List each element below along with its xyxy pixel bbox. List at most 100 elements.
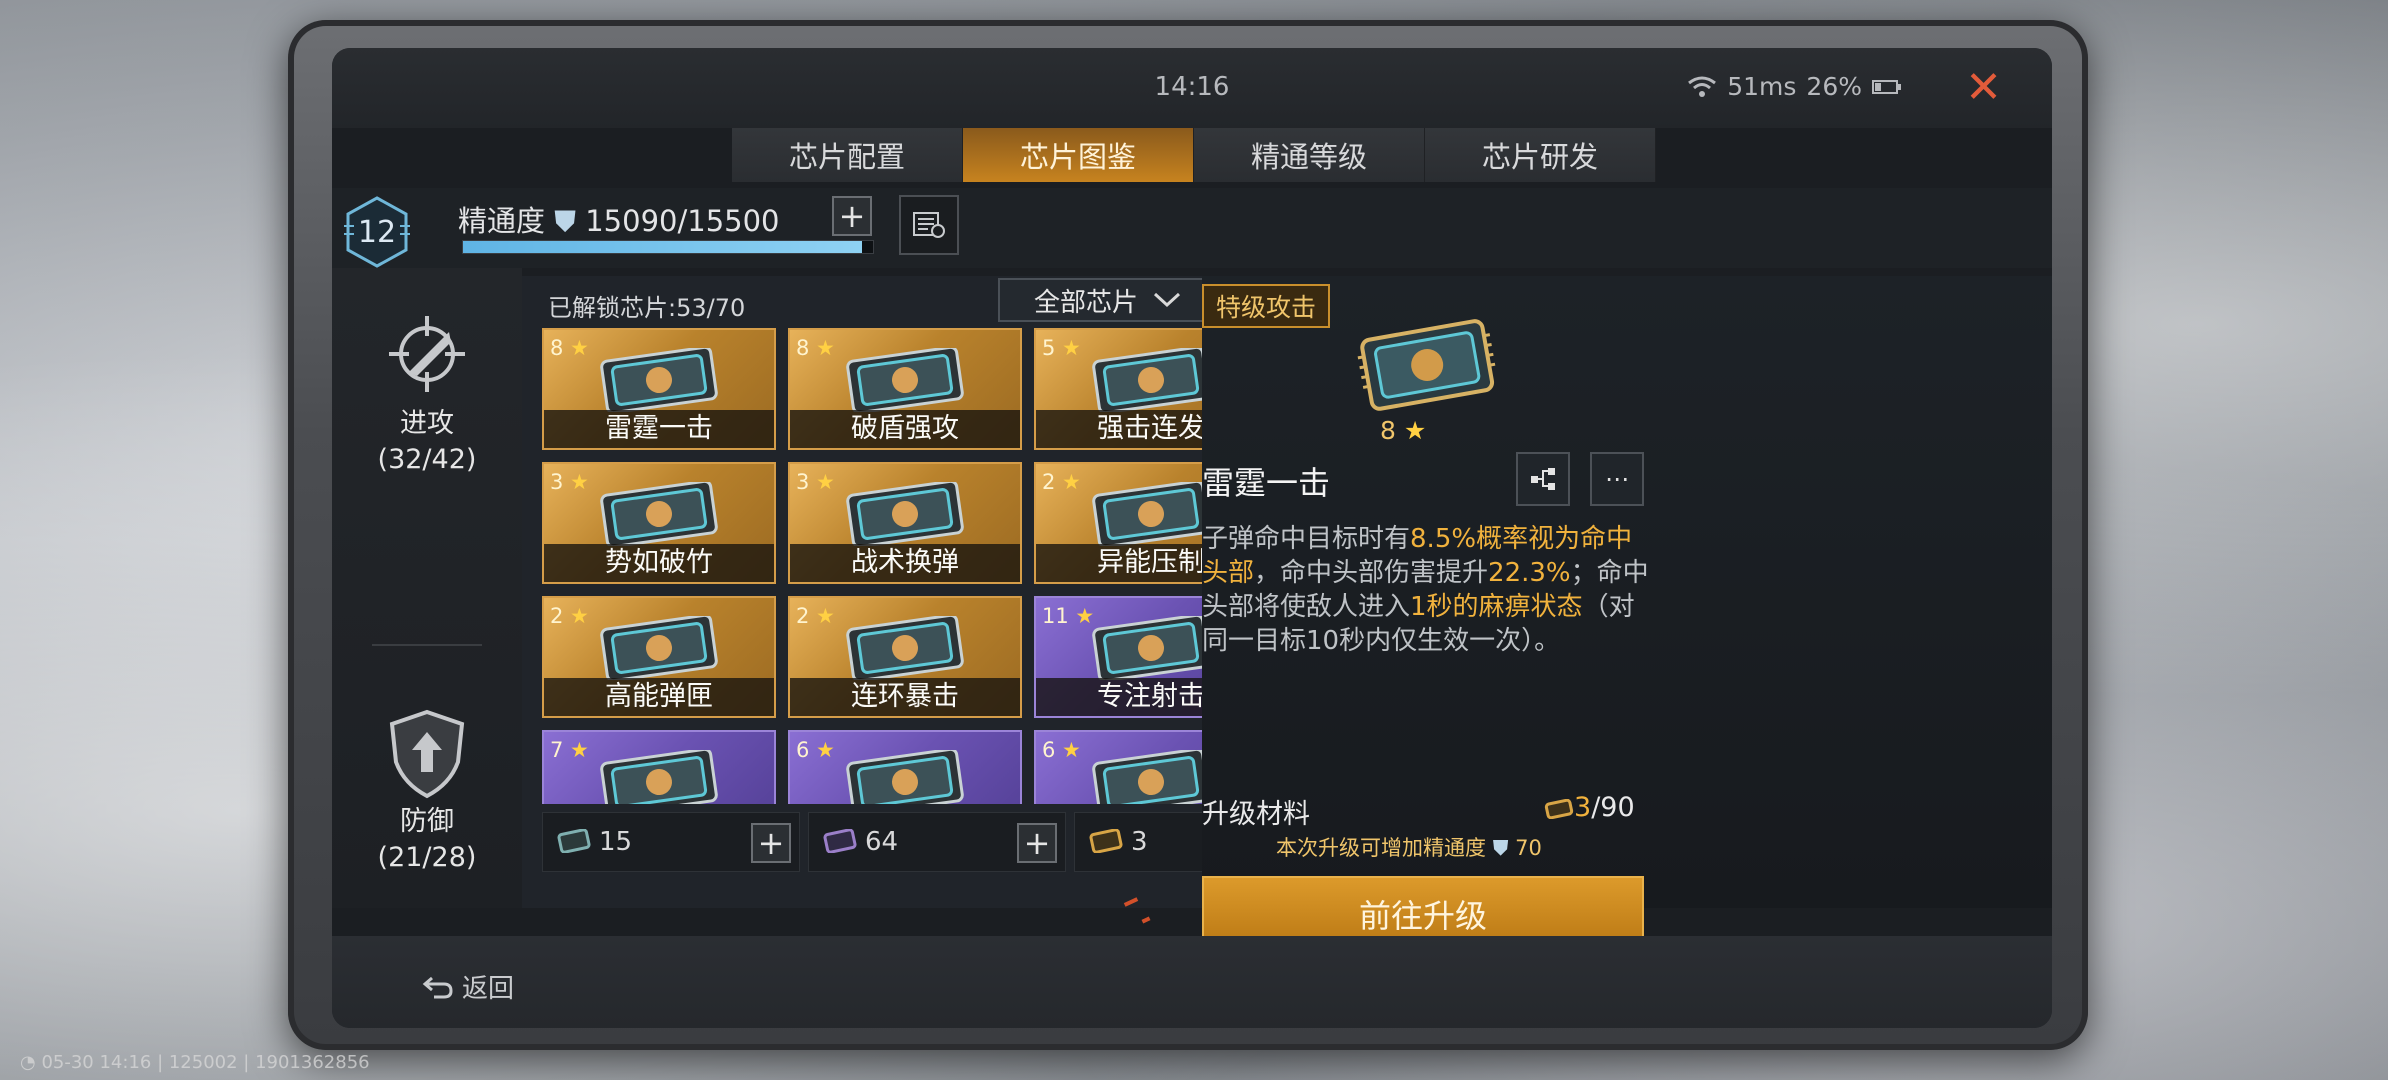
category-tag: 特级攻击 [1202, 284, 1331, 328]
chip-icon [846, 616, 964, 680]
chip-card[interactable]: 8 ★ 雷霆一击 [542, 328, 776, 450]
chip-stars: 2 ★ [550, 604, 589, 628]
mastery-progress-bar [462, 240, 874, 254]
mastery-add-button[interactable]: + [832, 196, 872, 236]
chip-card[interactable]: 6 ★ [788, 730, 1022, 804]
ping: 51ms [1727, 72, 1797, 101]
system-status-line: ◔ 05-30 14:16 | 125002 | 1901362856 [20, 1052, 370, 1073]
tab-mastery-level[interactable]: 精通等级 [1194, 128, 1425, 182]
category-attack[interactable]: 进攻 (32/42) [332, 306, 522, 478]
sys-info: 05-30 14:16 | 125002 | 1901362856 [41, 1052, 370, 1073]
chip-card[interactable]: 11 ★ 专注射击 [1034, 596, 1202, 718]
chip-name: 破盾强攻 [790, 410, 1020, 448]
ember-decoration [1141, 916, 1151, 924]
battery-icon [1872, 79, 1901, 94]
chip-detail-panel: 特级攻击 8 ★ 雷霆一击 ⋯ 子弹命中目标时有8.5%概率视为命中头部，命中头… [1123, 276, 2052, 952]
filter-label: 全部芯片 [1033, 287, 1138, 318]
chip-star-count: 2 [550, 604, 564, 628]
tree-icon [1531, 468, 1555, 490]
upgrade-label: 升级材料 [1202, 799, 1310, 830]
material-chip-icon [823, 829, 857, 853]
tab-chip-codex[interactable]: 芯片图鉴 [963, 128, 1194, 182]
chip-star-count: 8 [796, 336, 810, 360]
mastery-level: 12 [357, 214, 397, 250]
mastery-text: 精通度 ⛊ 15090/15500 [458, 198, 780, 240]
unlocked-count: 已解锁芯片:53/70 [548, 294, 746, 322]
tab-chip-research[interactable]: 芯片研发 [1425, 128, 1656, 182]
star-icon: ★ [563, 470, 589, 494]
chip-icon [1092, 616, 1202, 680]
chip-list-button[interactable] [899, 195, 959, 255]
chip-icon [600, 750, 718, 804]
chip-card[interactable]: 5 ★ 强击连发 [1034, 328, 1202, 450]
chip-grid-panel: 已解锁芯片:53/70 全部芯片 8 ★雷霆一击8 ★破盾强攻5 ★强击连发4 … [522, 276, 1332, 908]
chip-name: 雷霆一击 [1202, 464, 1331, 502]
chip-screen: 14:16 51ms 26% ✕ 芯片配置 芯片图鉴 精通等级 芯片研发 12 … [332, 48, 2052, 1028]
top-bar: 14:16 51ms 26% ✕ [332, 48, 2052, 128]
back-button[interactable]: 返回 [422, 968, 514, 1005]
close-icon[interactable]: ✕ [1965, 66, 2002, 110]
material-count: 64 [865, 827, 899, 857]
desc-text: 子弹命中目标时有 [1202, 524, 1411, 554]
category-sidebar: 进攻 (32/42) 防御 (21/28) [332, 268, 522, 908]
defense-count: (21/28) [377, 842, 477, 873]
network-status: 51ms 26% [1687, 72, 1902, 101]
more-options-button[interactable]: ⋯ [1590, 452, 1644, 506]
star-icon: ★ [563, 604, 589, 628]
chip-name: 势如破竹 [544, 544, 774, 582]
material-add-button[interactable]: + [751, 823, 791, 863]
upgrade-count: 3/90 [1544, 792, 1635, 823]
attack-label: 进攻 [400, 408, 454, 439]
star-icon: ★ [1055, 470, 1081, 494]
chip-card[interactable]: 2 ★ 高能弹匣 [542, 596, 776, 718]
star-icon: ★ [563, 336, 589, 360]
chip-icon [1092, 750, 1202, 804]
mastery-shield-icon: ⛊ [1492, 836, 1509, 860]
tab-bar: 芯片配置 芯片图鉴 精通等级 芯片研发 [732, 128, 1656, 182]
chip-name: 战术换弹 [790, 544, 1020, 582]
tab-chip-config[interactable]: 芯片配置 [732, 128, 963, 182]
chip-stars: 6 ★ [1042, 738, 1081, 762]
chip-star-count: 3 [550, 470, 564, 494]
chip-large-icon [1357, 319, 1496, 411]
chip-icon [1092, 348, 1202, 412]
chip-card[interactable]: 3 ★ 势如破竹 [542, 462, 776, 584]
star-icon: ★ [809, 470, 835, 494]
material-count: 15 [599, 827, 633, 857]
chip-card[interactable]: 2 ★ 异能压制 [1034, 462, 1202, 584]
chip-star-count: 7 [550, 738, 564, 762]
star-icon: ★ [1055, 336, 1081, 360]
material-add-button[interactable]: + [1017, 823, 1057, 863]
chip-star-count: 2 [796, 604, 810, 628]
star-icon: ★ [563, 738, 589, 762]
more-icon: ⋯ [1605, 465, 1629, 493]
chip-stars: 3 ★ [550, 470, 589, 494]
material-chip-icon [1544, 798, 1574, 819]
chip-card[interactable]: 6 ★ [1034, 730, 1202, 804]
attack-count: (32/42) [377, 444, 477, 475]
star-icon: ★ [1395, 416, 1427, 445]
detail-stars: 8 ★ [1380, 416, 1426, 445]
chip-card[interactable]: 7 ★ [542, 730, 776, 804]
chip-name: 连环暴击 [790, 678, 1020, 716]
mastery-value: 15090/15500 [585, 204, 780, 238]
star-icon: ★ [1055, 738, 1081, 762]
chip-icon [600, 482, 718, 546]
battery-level: 26% [1806, 72, 1862, 101]
chip-filter-dropdown[interactable]: 全部芯片 [998, 278, 1218, 322]
chip-stars: 6 ★ [796, 738, 835, 762]
chip-card[interactable]: 8 ★ 破盾强攻 [788, 328, 1022, 450]
mastery-label: 精通度 [458, 204, 546, 238]
chip-stars: 8 ★ [796, 336, 835, 360]
chip-card[interactable]: 3 ★ 战术换弹 [788, 462, 1022, 584]
chip-star-count: 5 [1042, 336, 1056, 360]
upgrade-need: /90 [1591, 792, 1635, 823]
chip-card[interactable]: 2 ★ 连环暴击 [788, 596, 1022, 718]
chip-tree-button[interactable] [1516, 452, 1570, 506]
category-defense[interactable]: 防御 (21/28) [332, 708, 522, 876]
bottom-bar: 返回 [332, 936, 2052, 1028]
star-icon: ★ [809, 604, 835, 628]
chip-grid: 8 ★雷霆一击8 ★破盾强攻5 ★强击连发4 ★爆裂收割3 ★势如破竹3 ★战术… [542, 328, 1202, 804]
document-list-icon [913, 212, 945, 238]
star-icon: ★ [809, 336, 835, 360]
